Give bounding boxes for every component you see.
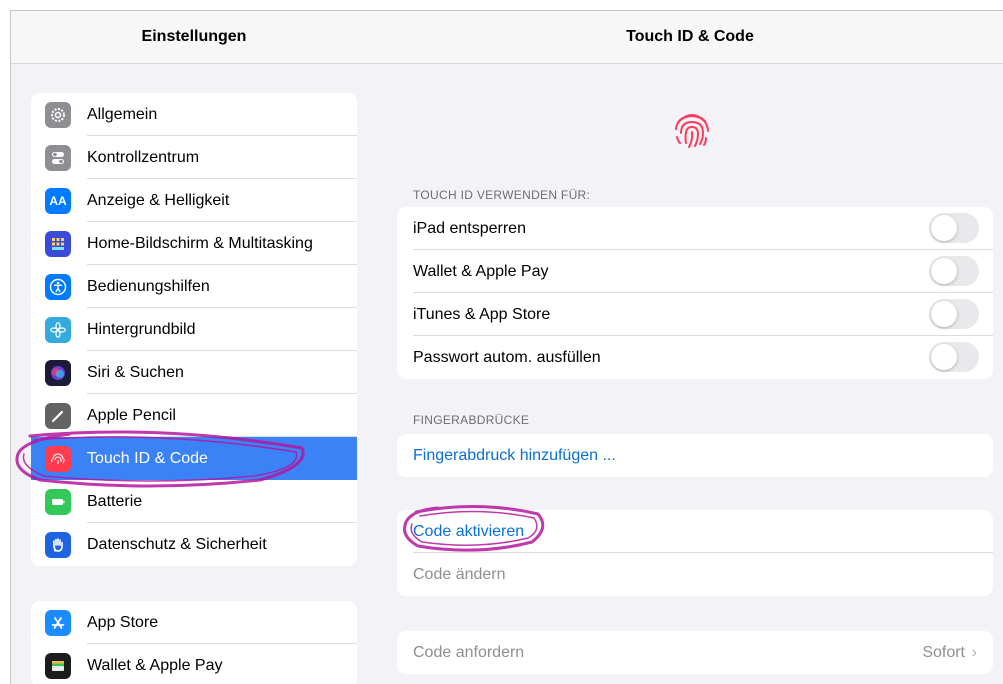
siri-icon xyxy=(45,359,71,386)
sidebar-item-label: Anzeige & Helligkeit xyxy=(87,191,230,209)
sidebar-item-datenschutz[interactable]: Datenschutz & Sicherheit xyxy=(31,523,357,566)
code-activate-label: Code aktivieren xyxy=(413,522,525,540)
settings-window: Einstellungen Allgemein Kontrollzentrum … xyxy=(0,0,1003,684)
code-require-group: Code anfordern Sofort › xyxy=(397,631,993,674)
ipad-entsperren-toggle[interactable] xyxy=(929,213,979,243)
gear-icon xyxy=(45,101,71,128)
touch-id-toggles-group: iPad entsperren Wallet & Apple Pay iTune… xyxy=(397,207,993,379)
code-require-value: Sofort xyxy=(922,643,965,661)
battery-icon xyxy=(45,488,71,515)
code-group: Code aktivieren Code ändern xyxy=(397,510,993,596)
wallet-icon xyxy=(45,652,71,679)
sidebar-item-label: Batterie xyxy=(87,492,143,510)
sidebar-item-home-bildschirm[interactable]: Home-Bildschirm & Multitasking xyxy=(31,222,357,265)
fingerprint-icon xyxy=(45,445,71,472)
hand-icon xyxy=(45,531,71,558)
sidebar-item-label: Bedienungshilfen xyxy=(87,277,210,295)
sidebar-item-hintergrundbild[interactable]: Hintergrundbild xyxy=(31,308,357,351)
fingerprints-group: Fingerabdruck hinzufügen ... xyxy=(397,434,993,477)
page-title: Touch ID & Code xyxy=(377,11,1003,64)
passwort-autofill-toggle[interactable] xyxy=(929,342,979,372)
sidebar-item-siri[interactable]: Siri & Suchen xyxy=(31,351,357,394)
sidebar-item-allgemein[interactable]: Allgemein xyxy=(31,93,357,136)
app-store-icon xyxy=(45,609,71,636)
grid-icon xyxy=(45,230,71,257)
sidebar-item-wallet[interactable]: Wallet & Apple Pay xyxy=(31,644,357,684)
toggle-row-itunes: iTunes & App Store xyxy=(397,293,993,336)
sidebar-item-anzeige[interactable]: AA Anzeige & Helligkeit xyxy=(31,179,357,222)
toggle-label: Passwort autom. ausfüllen xyxy=(413,348,601,366)
flower-icon xyxy=(45,316,71,343)
sidebar-item-touch-id[interactable]: Touch ID & Code xyxy=(31,437,357,480)
text-size-icon: AA xyxy=(45,187,71,214)
sidebar-item-apple-pencil[interactable]: Apple Pencil xyxy=(31,394,357,437)
code-change-button: Code ändern xyxy=(413,565,506,583)
wallet-apple-pay-toggle[interactable] xyxy=(929,256,979,286)
chevron-right-icon: › xyxy=(971,643,977,661)
sidebar-item-label: Kontrollzentrum xyxy=(87,148,200,166)
toggle-label: iPad entsperren xyxy=(413,219,526,237)
sidebar-item-label: Apple Pencil xyxy=(87,406,176,424)
sidebar-group-main: Allgemein Kontrollzentrum AA Anzeige & H… xyxy=(31,93,357,566)
section-header-fingerprints: FINGERABDRÜCKE xyxy=(413,413,530,427)
accessibility-icon xyxy=(45,273,71,300)
code-require-row: Code anfordern Sofort › xyxy=(397,631,993,674)
sidebar-group-apps: App Store Wallet & Apple Pay xyxy=(31,601,357,684)
pencil-icon xyxy=(45,402,71,429)
sidebar-item-label: App Store xyxy=(87,613,159,631)
section-header-touch-id: TOUCH ID VERWENDEN FÜR: xyxy=(413,188,591,202)
sidebar-item-label: Wallet & Apple Pay xyxy=(87,656,223,674)
toggle-label: Wallet & Apple Pay xyxy=(413,262,549,280)
switches-icon xyxy=(45,144,71,171)
sidebar-item-label: Datenschutz & Sicherheit xyxy=(87,535,267,553)
touch-id-fingerprint-icon xyxy=(675,114,709,148)
sidebar-item-kontrollzentrum[interactable]: Kontrollzentrum xyxy=(31,136,357,179)
sidebar-item-label: Hintergrundbild xyxy=(87,320,196,338)
add-fingerprint-button[interactable]: Fingerabdruck hinzufügen ... xyxy=(397,434,993,477)
itunes-app-store-toggle[interactable] xyxy=(929,299,979,329)
sidebar-item-label: Siri & Suchen xyxy=(87,363,184,381)
toggle-row-wallet: Wallet & Apple Pay xyxy=(397,250,993,293)
sidebar-item-batterie[interactable]: Batterie xyxy=(31,480,357,523)
sidebar-title: Einstellungen xyxy=(11,11,377,64)
sidebar-item-bedienungshilfen[interactable]: Bedienungshilfen xyxy=(31,265,357,308)
code-activate-button[interactable]: Code aktivieren xyxy=(397,510,993,553)
toggle-row-ipad-entsperren: iPad entsperren xyxy=(397,207,993,250)
sidebar-item-label: Touch ID & Code xyxy=(87,449,208,467)
sidebar-item-label: Home-Bildschirm & Multitasking xyxy=(87,234,313,252)
toggle-label: iTunes & App Store xyxy=(413,305,551,323)
sidebar-item-label: Allgemein xyxy=(87,105,158,123)
detail-pane: Touch ID & Code TOUCH ID VERWENDEN FÜR: … xyxy=(377,10,1003,684)
sidebar: Einstellungen Allgemein Kontrollzentrum … xyxy=(10,10,378,684)
sidebar-item-app-store[interactable]: App Store xyxy=(31,601,357,644)
code-require-label: Code anfordern xyxy=(413,643,525,661)
toggle-row-passwort: Passwort autom. ausfüllen xyxy=(397,336,993,379)
